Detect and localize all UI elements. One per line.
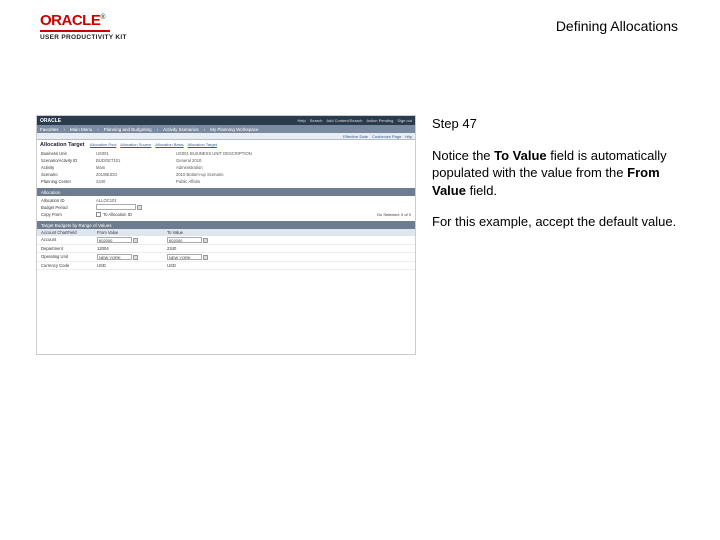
ss-label: Planning Center bbox=[41, 179, 96, 184]
ss-value: 2010BUDG bbox=[96, 172, 176, 177]
ss-nav-item: My Planning Workspace bbox=[210, 127, 258, 132]
page-title: Defining Allocations bbox=[556, 12, 680, 34]
ss-subnav-item: Customize Page bbox=[372, 134, 401, 139]
ss-top-link: Add Content/Search bbox=[326, 118, 362, 123]
logo-underline bbox=[40, 30, 110, 32]
ss-cell: NEW YORK bbox=[167, 254, 237, 260]
ss-value: ALLOC101 bbox=[96, 198, 176, 203]
ss-table-header: Account ChartField From Value To Value bbox=[37, 229, 415, 236]
ss-col-header: From Value bbox=[97, 230, 167, 235]
table-row: Department 12004 2340 bbox=[37, 245, 415, 253]
table-row: Account 602000 602000 bbox=[37, 236, 415, 245]
instruction-paragraph-2: For this example, accept the default val… bbox=[432, 213, 684, 231]
ss-breadcrumb: Favorites › Main Menu › Planning and Bud… bbox=[37, 125, 415, 133]
ss-cell: 602000 bbox=[97, 237, 167, 243]
ss-subnav-item: http bbox=[405, 134, 412, 139]
ss-nav-item: Main Menu bbox=[70, 127, 92, 132]
from-value-input[interactable]: NEW YORK bbox=[97, 254, 132, 260]
page-header: ORACLE® USER PRODUCTIVITY KIT Defining A… bbox=[0, 0, 720, 45]
ss-link: Allocation Basis bbox=[155, 142, 183, 147]
ss-link: Allocation Target bbox=[187, 142, 217, 147]
ss-checkbox[interactable] bbox=[96, 212, 101, 217]
ss-label: Copy From bbox=[41, 212, 96, 217]
ss-cell: 2340 bbox=[167, 246, 237, 251]
step-number: Step 47 bbox=[432, 115, 684, 133]
ss-top-link: Action Pending bbox=[366, 118, 393, 123]
lookup-icon[interactable] bbox=[203, 238, 208, 243]
ss-pager: Go Selected: 0 of 0 bbox=[377, 212, 411, 217]
ss-link: Allocation Pool bbox=[90, 142, 116, 147]
oracle-logo: ORACLE® bbox=[40, 12, 127, 29]
lookup-icon[interactable] bbox=[133, 238, 138, 243]
ss-band-allocation: Allocation bbox=[37, 188, 415, 196]
ss-section-title: Allocation Target Allocation Pool Alloca… bbox=[37, 140, 415, 149]
to-value-input[interactable]: 602000 bbox=[167, 237, 202, 243]
ss-top-link: Search bbox=[310, 118, 323, 123]
instruction-panel: Step 47 Notice the To Value field is aut… bbox=[432, 115, 684, 355]
ss-label: Scenario bbox=[41, 172, 96, 177]
ss-value: General 2010 bbox=[176, 158, 201, 163]
instruction-paragraph-1: Notice the To Value field is automatical… bbox=[432, 147, 684, 200]
lookup-icon[interactable] bbox=[203, 255, 208, 260]
ss-value: BUDGET101 bbox=[96, 158, 176, 163]
ss-top-link: Help bbox=[297, 118, 305, 123]
from-value-input[interactable]: 602000 bbox=[97, 237, 132, 243]
content-area: ORACLE Help Search Add Content/Search Ac… bbox=[0, 45, 720, 355]
ss-col-header: To Value bbox=[167, 230, 237, 235]
ss-cell: USD bbox=[97, 263, 167, 268]
ss-section-title-text: Allocation Target bbox=[40, 142, 85, 148]
ss-subnav: Effective Date Customize Page http bbox=[37, 133, 415, 140]
ss-nav-item: Planning and Budgeting bbox=[104, 127, 152, 132]
ss-value: 2340 bbox=[96, 179, 176, 184]
ss-topbar: ORACLE Help Search Add Content/Search Ac… bbox=[37, 116, 415, 125]
to-value-bold: To Value bbox=[494, 148, 547, 163]
ss-cell: USD bbox=[167, 263, 237, 268]
ss-value: US001 BUSINESS UNIT DESCRIPTION bbox=[176, 151, 252, 156]
ss-nav-item: Activity Scenarios bbox=[163, 127, 199, 132]
ss-value: Administration bbox=[176, 165, 203, 170]
ss-subnav-item: Effective Date bbox=[343, 134, 368, 139]
product-name: USER PRODUCTIVITY KIT bbox=[40, 34, 127, 41]
ss-info-form: Business UnitUS001US001 BUSINESS UNIT DE… bbox=[37, 149, 415, 186]
ss-cell: Currency Code bbox=[37, 263, 97, 268]
ss-label: Budget Period bbox=[41, 205, 96, 210]
ss-value: Public Affairs bbox=[176, 179, 200, 184]
table-row: Operating Unit NEW YORK NEW YORK bbox=[37, 253, 415, 262]
ss-nav-item: Favorites bbox=[40, 127, 59, 132]
ss-cell: 602000 bbox=[167, 237, 237, 243]
ss-label: Allocation ID bbox=[41, 198, 96, 203]
lookup-icon[interactable] bbox=[133, 255, 138, 260]
table-row: Currency Code USD USD bbox=[37, 262, 415, 270]
ss-cell: Account bbox=[37, 237, 97, 243]
ss-cell: NEW YORK bbox=[97, 254, 167, 260]
ss-value: Main bbox=[96, 165, 176, 170]
ss-cell: Operating Unit bbox=[37, 254, 97, 260]
ss-cell: 12004 bbox=[97, 246, 167, 251]
ss-link: Allocation Source bbox=[120, 142, 151, 147]
ss-section-links: Allocation Pool Allocation Source Alloca… bbox=[90, 142, 220, 147]
ss-band-target: Target Budgets by Range of Values bbox=[37, 221, 415, 229]
ss-col-header: Account ChartField bbox=[37, 230, 97, 235]
ss-label: Business Unit bbox=[41, 151, 96, 156]
brand-block: ORACLE® USER PRODUCTIVITY KIT bbox=[40, 12, 127, 41]
ss-value: 2010 Bottom-up Scenario bbox=[176, 172, 224, 177]
to-value-input[interactable]: NEW YORK bbox=[167, 254, 202, 260]
ss-budget-period-input[interactable] bbox=[96, 204, 136, 210]
ss-topbar-links: Help Search Add Content/Search Action Pe… bbox=[297, 118, 412, 123]
ss-cell: Department bbox=[37, 246, 97, 251]
ss-top-link: Sign out bbox=[397, 118, 412, 123]
ss-topbar-logo: ORACLE bbox=[40, 118, 61, 124]
ss-value: US001 bbox=[96, 151, 176, 156]
ss-alloc-form: Allocation IDALLOC101 Budget Period Copy… bbox=[37, 196, 415, 219]
ss-label: Activity bbox=[41, 165, 96, 170]
ss-label: To Allocation ID bbox=[103, 212, 158, 217]
ss-label: Scenario/Activity ID bbox=[41, 158, 96, 163]
lookup-icon[interactable] bbox=[137, 205, 142, 210]
embedded-screenshot: ORACLE Help Search Add Content/Search Ac… bbox=[36, 115, 416, 355]
